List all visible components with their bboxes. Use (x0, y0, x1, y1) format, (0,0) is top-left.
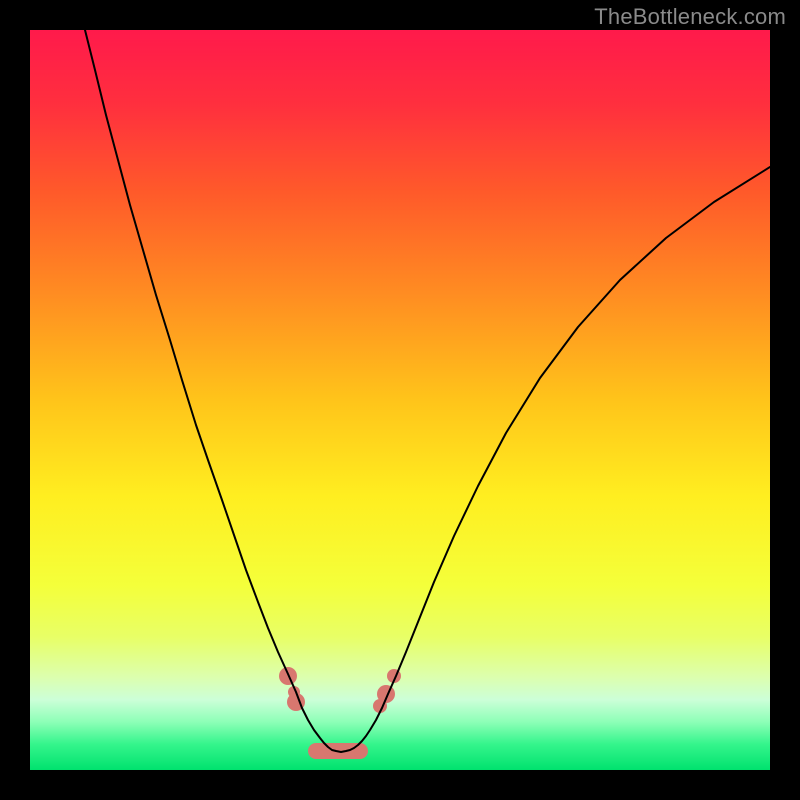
plot-area (30, 30, 770, 770)
watermark-text: TheBottleneck.com (594, 4, 786, 30)
gradient-background (30, 30, 770, 770)
chart-svg (30, 30, 770, 770)
chart-frame: TheBottleneck.com (0, 0, 800, 800)
